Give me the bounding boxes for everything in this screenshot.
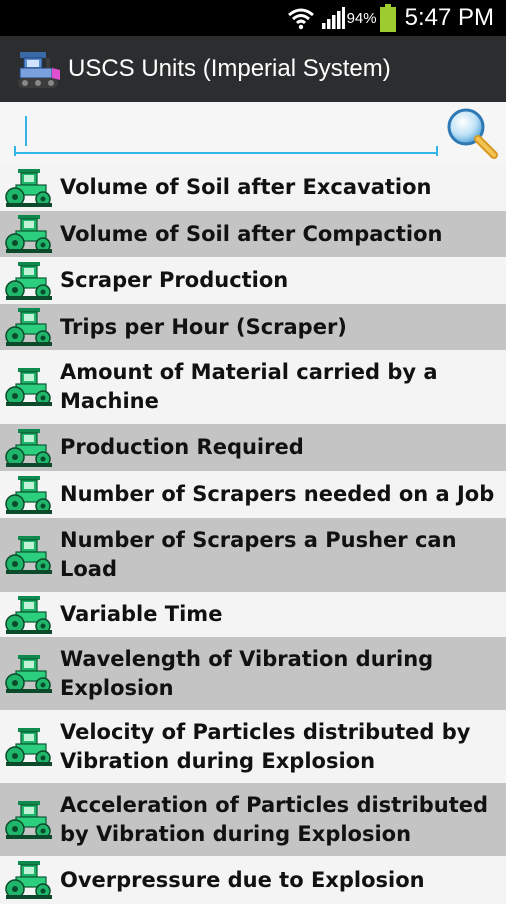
list-item[interactable]: Amount of Material carried by a Machine: [0, 350, 506, 424]
status-bar: 94% 5:47 PM: [0, 0, 506, 36]
list-item-label: Volume of Soil after Compaction: [60, 221, 443, 246]
compactor-icon: [4, 366, 54, 408]
list-item[interactable]: Production Required: [0, 424, 506, 471]
list-item-label: Velocity of Particles distributed by Vib…: [60, 719, 471, 773]
clock: 5:47 PM: [404, 4, 494, 31]
list-item-label: Scraper Production: [60, 268, 289, 292]
text-caret: [25, 116, 27, 146]
compactor-icon: [4, 167, 54, 209]
list-item-label: Overpressure due to Explosion: [60, 867, 425, 892]
list-item[interactable]: Velocity of Particles distributed by Vib…: [0, 710, 506, 783]
action-bar: USCS Units (Imperial System): [0, 36, 506, 102]
page-title: USCS Units (Imperial System): [68, 55, 391, 82]
list-item[interactable]: Scraper Production: [0, 257, 506, 304]
battery-icon: [379, 4, 396, 32]
list-item-label: Acceleration of Particles distributed by…: [60, 792, 489, 846]
compactor-icon: [4, 799, 54, 841]
compactor-icon: [4, 427, 54, 469]
list-item-label: Amount of Material carried by a Machine: [60, 360, 438, 413]
list-item-label: Number of Scrapers a Pusher can Load: [60, 528, 457, 581]
compactor-icon: [4, 859, 54, 901]
compactor-icon: [4, 726, 54, 768]
formula-list: Volume of Soil after Excavation Volume o…: [0, 164, 506, 904]
signal-icon: [321, 7, 345, 29]
list-item[interactable]: Trips per Hour (Scraper): [0, 304, 506, 350]
list-item-label: Number of Scrapers needed on a Job: [60, 482, 495, 506]
list-item[interactable]: Volume of Soil after Compaction: [0, 211, 506, 257]
list-item-label: Production Required: [60, 435, 304, 459]
compactor-icon: [4, 474, 54, 516]
compactor-icon: [4, 260, 54, 302]
search-button[interactable]: [444, 106, 500, 160]
list-item[interactable]: Overpressure due to Explosion: [0, 856, 506, 904]
magnifier-icon: [447, 108, 498, 159]
list-item-label: Wavelength of Vibration during Explosion: [60, 646, 434, 700]
list-item[interactable]: Volume of Soil after Excavation: [0, 164, 506, 211]
bulldozer-icon[interactable]: [16, 46, 62, 92]
compactor-icon: [4, 594, 54, 636]
list-item-label: Variable Time: [60, 602, 223, 626]
wifi-icon: [287, 8, 314, 30]
search-input-frame: [436, 146, 438, 156]
list-item-label: Trips per Hour (Scraper): [60, 314, 347, 339]
compactor-icon: [4, 653, 54, 695]
list-item[interactable]: Variable Time: [0, 592, 506, 637]
list-item[interactable]: Wavelength of Vibration during Explosion: [0, 637, 506, 710]
compactor-icon: [4, 213, 54, 255]
list-item[interactable]: Number of Scrapers a Pusher can Load: [0, 518, 506, 592]
search-input[interactable]: [14, 114, 438, 154]
search-input-frame: [14, 146, 16, 156]
list-item[interactable]: Acceleration of Particles distributed by…: [0, 783, 506, 856]
compactor-icon: [4, 306, 54, 348]
list-item[interactable]: Number of Scrapers needed on a Job: [0, 471, 506, 518]
search-bar: [0, 102, 506, 164]
list-item-label: Volume of Soil after Excavation: [60, 175, 432, 199]
battery-percent: 94%: [346, 9, 377, 27]
compactor-icon: [4, 534, 54, 576]
